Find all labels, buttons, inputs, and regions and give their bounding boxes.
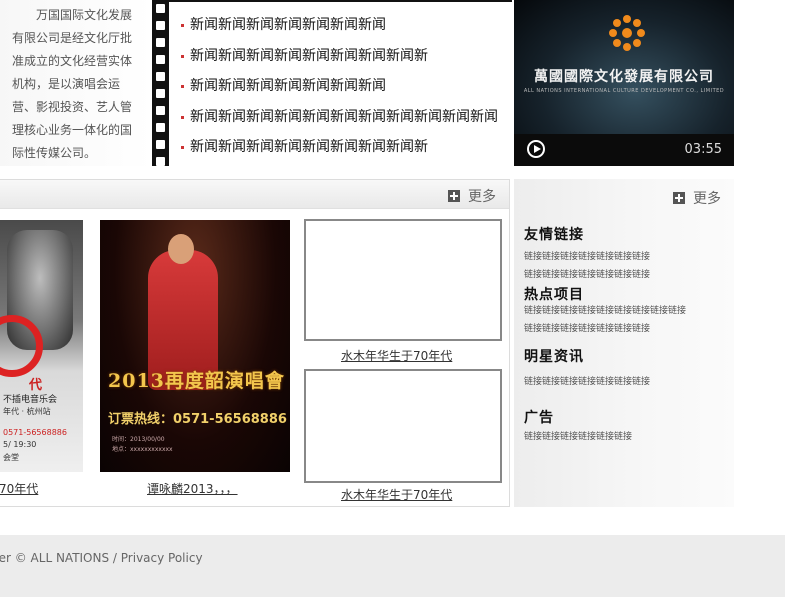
ad-links[interactable]: 链接链接链接链接链接链接: [524, 428, 632, 446]
star-news-links[interactable]: 链接链接链接链接链接链接链接: [524, 373, 650, 391]
play-icon[interactable]: [527, 140, 545, 158]
more-label: 更多: [693, 191, 721, 207]
poster-subtitle: 年代 · 杭州站: [3, 407, 51, 416]
news-list: 新闻新闻新闻新闻新闻新闻新闻 新闻新闻新闻新闻新闻新闻新闻新闻新 新闻新闻新闻新…: [169, 0, 512, 166]
poster-gallery: 更多 代 不插电音乐会 年代 · 杭州站 0571-56568886 5/ 19…: [0, 179, 510, 507]
link-line[interactable]: 链接链接链接链接链接链接链接: [524, 373, 650, 391]
concert-poster[interactable]: 2013再度韶演唱會 订票热线：0571-56568886 时间：2013/00…: [100, 220, 290, 472]
section-title-friend-links: 友情链接: [524, 227, 584, 243]
news-item-link[interactable]: 新闻新闻新闻新闻新闻新闻新闻: [190, 17, 386, 33]
filmstrip-hole: [156, 72, 165, 81]
poster-date: 时间：2013/00/00: [112, 436, 165, 443]
link-line[interactable]: 链接链接链接链接链接链接链接链接链接: [524, 302, 686, 320]
more-label: 更多: [468, 189, 496, 205]
gallery-header: 更多: [0, 180, 509, 209]
video-company-name: 萬國國際文化發展有限公司: [534, 69, 714, 85]
filmstrip-hole: [156, 140, 165, 149]
video-company-name-en: ALL NATIONS INTERNATIONAL CULTURE DEVELO…: [523, 88, 725, 94]
news-item[interactable]: 新闻新闻新闻新闻新闻新闻新闻新闻新闻新闻新闻: [181, 102, 512, 133]
news-item-link[interactable]: 新闻新闻新闻新闻新闻新闻新闻新闻新: [190, 48, 428, 64]
filmstrip-hole: [156, 89, 165, 98]
filmstrip-hole: [156, 106, 165, 115]
poster-phone: 0571-56568886: [3, 428, 67, 437]
poster-hotline: 订票热线：0571-56568886: [108, 412, 287, 427]
company-intro: 万国国际文化发展有限公司是经文化厅批准成立的文化经营实体机构，是以演唱会运营、影…: [0, 0, 152, 166]
poster-venue: 地点：xxxxxxxxxxxx: [112, 446, 173, 453]
video-controls: 03:55: [514, 134, 734, 166]
filmstrip-divider: [152, 0, 169, 166]
filmstrip-hole: [156, 55, 165, 64]
poster-title: 2013再度韶演唱會: [108, 370, 285, 392]
bullet-icon: [181, 146, 184, 149]
filmstrip-hole: [156, 4, 165, 13]
poster-caption-link[interactable]: 70年代: [0, 480, 38, 497]
video-thumbnail[interactable]: [304, 219, 502, 341]
news-item-link[interactable]: 新闻新闻新闻新闻新闻新闻新闻新闻新闻新闻新闻: [190, 109, 498, 125]
bullet-icon: [181, 24, 184, 27]
bullet-icon: [181, 115, 184, 119]
filmstrip-hole: [156, 21, 165, 30]
news-item-link[interactable]: 新闻新闻新闻新闻新闻新闻新闻新闻新: [190, 139, 428, 155]
news-item[interactable]: 新闻新闻新闻新闻新闻新闻新闻新闻新: [181, 132, 512, 163]
plus-icon: [448, 190, 460, 202]
thumbnail-caption-link[interactable]: 水木年华生于70年代: [341, 347, 452, 364]
section-title-star-news: 明星资讯: [524, 349, 584, 365]
filmstrip-hole: [156, 38, 165, 47]
link-line[interactable]: 链接链接链接链接链接链接: [524, 428, 632, 446]
link-line[interactable]: 链接链接链接链接链接链接链接: [524, 320, 686, 338]
singer-head: [168, 234, 194, 264]
bullet-icon: [181, 54, 184, 58]
poster-title: 不插电音乐会: [3, 395, 58, 405]
poster-caption-link[interactable]: 谭咏麟2013，，，: [147, 480, 238, 497]
footer-copyright[interactable]: cer © ALL NATIONS / Privacy Policy: [0, 551, 203, 565]
news-item[interactable]: 新闻新闻新闻新闻新闻新闻新闻: [181, 71, 512, 102]
news-item[interactable]: 新闻新闻新闻新闻新闻新闻新闻新闻新: [181, 41, 512, 72]
link-line[interactable]: 链接链接链接链接链接链接链接: [524, 248, 650, 266]
poster-venue: 会堂: [3, 453, 19, 462]
video-player[interactable]: 萬國國際文化發展有限公司 ALL NATIONS INTERNATIONAL C…: [514, 0, 734, 166]
hot-project-links[interactable]: 链接链接链接链接链接链接链接链接链接 链接链接链接链接链接链接链接: [524, 302, 686, 338]
video-duration: 03:55: [684, 142, 722, 157]
sidebar-more-button[interactable]: 更多: [673, 188, 721, 208]
plus-icon: [673, 192, 685, 204]
poster-time: 5/ 19:30: [3, 440, 37, 449]
thumbnail-caption-link[interactable]: 水木年华生于70年代: [341, 486, 452, 503]
section-title-ads: 广告: [524, 410, 554, 426]
filmstrip-hole: [156, 157, 165, 166]
concert-poster[interactable]: 代 不插电音乐会 年代 · 杭州站 0571-56568886 5/ 19:30…: [0, 220, 83, 472]
link-line[interactable]: 链接链接链接链接链接链接链接: [524, 266, 650, 284]
video-thumbnail[interactable]: [304, 369, 502, 483]
filmstrip-hole: [156, 123, 165, 132]
links-sidebar: 更多 友情链接 链接链接链接链接链接链接链接 链接链接链接链接链接链接链接 热点…: [514, 179, 734, 507]
company-logo-icon: [609, 15, 645, 51]
news-item[interactable]: 新闻新闻新闻新闻新闻新闻新闻: [181, 10, 512, 41]
poster-red-text: 代: [29, 378, 43, 393]
bullet-icon: [181, 85, 184, 88]
page-footer: cer © ALL NATIONS / Privacy Policy: [0, 535, 785, 597]
gallery-more-button[interactable]: 更多: [448, 186, 496, 206]
section-title-hot-projects: 热点项目: [524, 287, 584, 303]
news-item-link[interactable]: 新闻新闻新闻新闻新闻新闻新闻: [190, 78, 386, 94]
friend-links[interactable]: 链接链接链接链接链接链接链接 链接链接链接链接链接链接链接: [524, 248, 650, 284]
